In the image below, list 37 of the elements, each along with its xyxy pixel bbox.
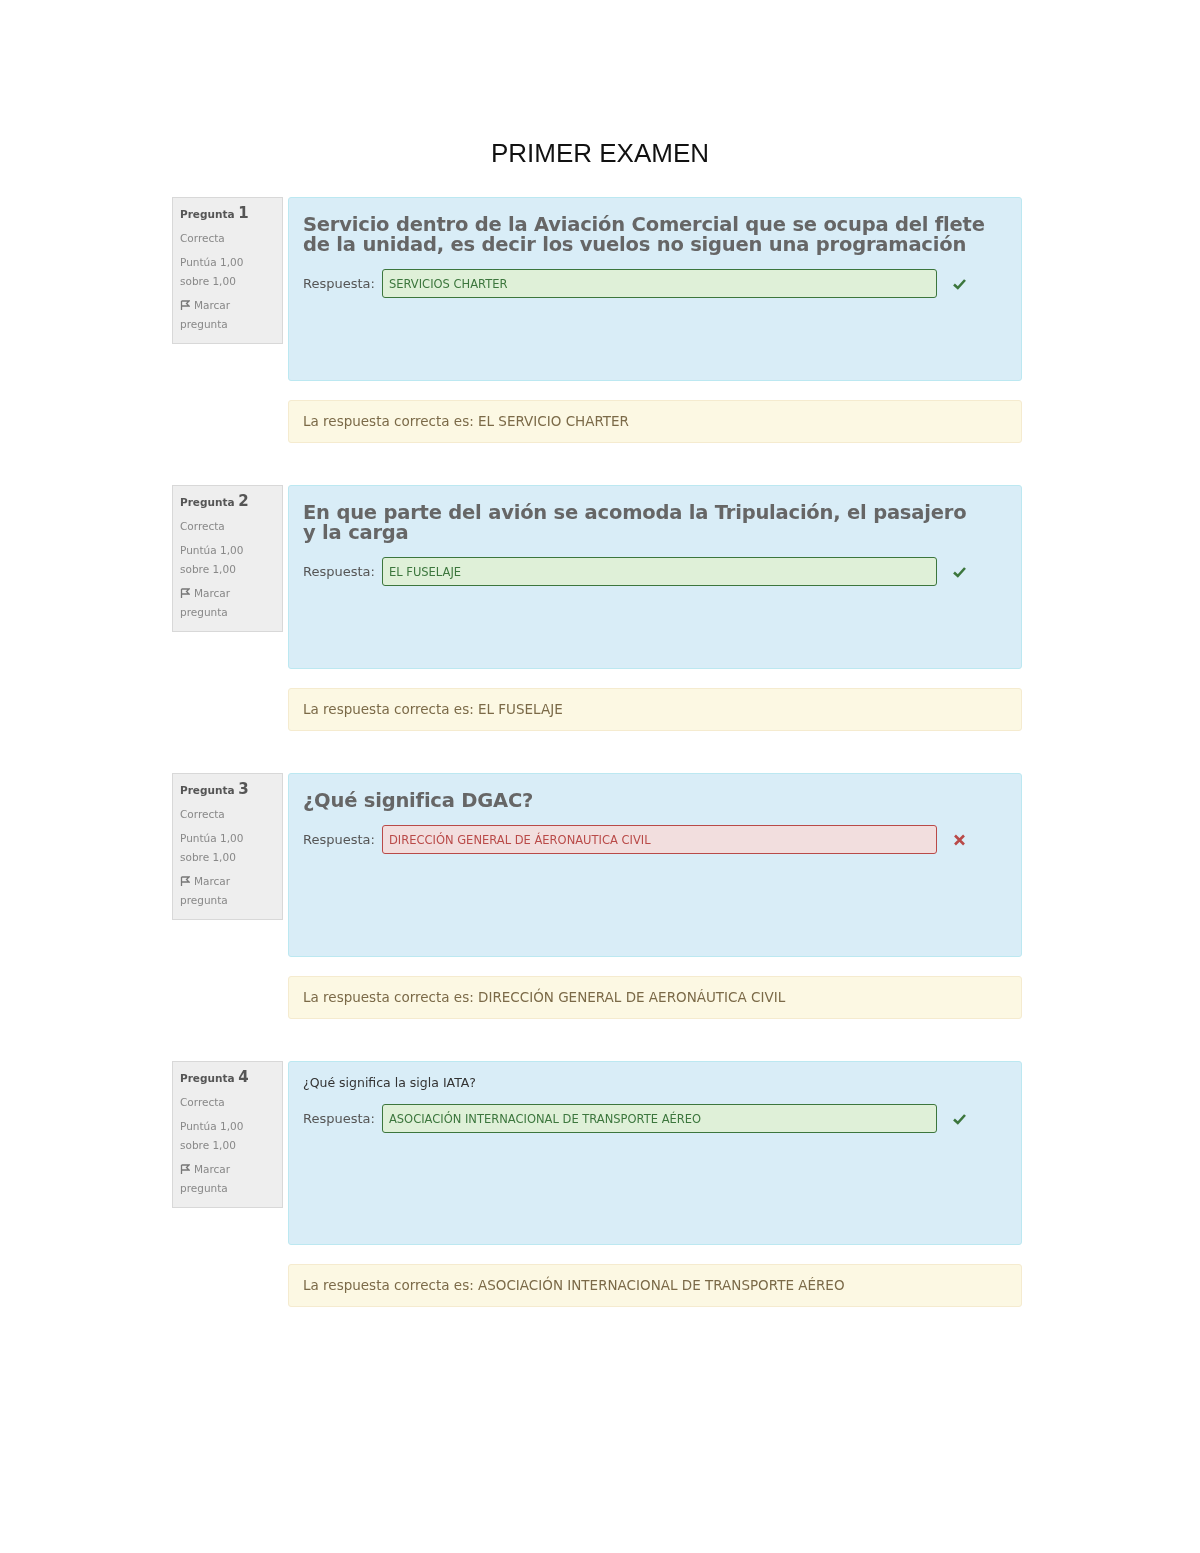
flag-icon <box>180 300 190 310</box>
question-score: Puntúa 1,00 sobre 1,00 <box>180 831 245 865</box>
answer-field[interactable]: EL FUSELAJE <box>381 557 937 586</box>
flag-question-link[interactable]: Marcar pregunta <box>180 872 275 910</box>
page-title: PRIMER EXAMEN <box>490 138 710 168</box>
question-text: ¿Qué significa DGAC? <box>303 791 535 811</box>
question-text: ¿Qué significa la sigla IATA? <box>303 1074 477 1092</box>
question-number: Pregunta 1 <box>180 204 250 224</box>
question-status: Correcta <box>180 807 226 822</box>
flag-question-link[interactable]: Marcar pregunta <box>180 584 275 622</box>
question-text: En que parte del avión se acomoda la Tripulación, el pasajero y la carga <box>303 503 968 543</box>
answer-label: Respuesta: <box>303 1111 375 1126</box>
answer-field[interactable]: ASOCIACIÓN INTERNACIONAL DE TRANSPORTE AÉREO <box>381 1104 937 1133</box>
answer-label: Respuesta: <box>303 832 375 847</box>
question-status: Correcta <box>180 1095 226 1110</box>
question-score: Puntúa 1,00 sobre 1,00 <box>180 255 245 289</box>
correct-answer-feedback: La respuesta correcta es: DIRECCIÓN GENERAL DE AERONÁUTICA CIVIL <box>288 976 1022 1019</box>
question-status: Correcta <box>180 519 226 534</box>
flag-icon <box>180 1164 190 1174</box>
flag-question-link[interactable]: Marcar pregunta <box>180 296 275 334</box>
answer-field[interactable]: DIRECCIÓN GENERAL DE ÁERONAUTICA CIVIL <box>381 825 937 854</box>
answer-label: Respuesta: <box>303 564 375 579</box>
correct-answer-feedback: La respuesta correcta es: ASOCIACIÓN INTERNACIONAL DE TRANSPORTE AÉREO <box>288 1264 1022 1307</box>
question-number: Pregunta 3 <box>180 780 250 800</box>
flag-question-link[interactable]: Marcar pregunta <box>180 1160 275 1198</box>
question-score: Puntúa 1,00 sobre 1,00 <box>180 543 245 577</box>
answer-label: Respuesta: <box>303 276 375 291</box>
answer-field[interactable]: SERVICIOS CHARTER <box>381 269 937 298</box>
question-number: Pregunta 2 <box>180 492 250 512</box>
correct-answer-feedback: La respuesta correcta es: EL SERVICIO CHARTER <box>288 400 1022 443</box>
question-status: Correcta <box>180 231 226 246</box>
flag-icon <box>180 588 190 598</box>
flag-icon <box>180 876 190 886</box>
question-number: Pregunta 4 <box>180 1068 250 1088</box>
question-text: Servicio dentro de la Aviación Comercial que se ocupa del flete de la unidad, es decir los vuelos no siguen una programación <box>303 215 986 255</box>
correct-answer-feedback: La respuesta correcta es: EL FUSELAJE <box>288 688 1022 731</box>
question-score: Puntúa 1,00 sobre 1,00 <box>180 1119 245 1153</box>
